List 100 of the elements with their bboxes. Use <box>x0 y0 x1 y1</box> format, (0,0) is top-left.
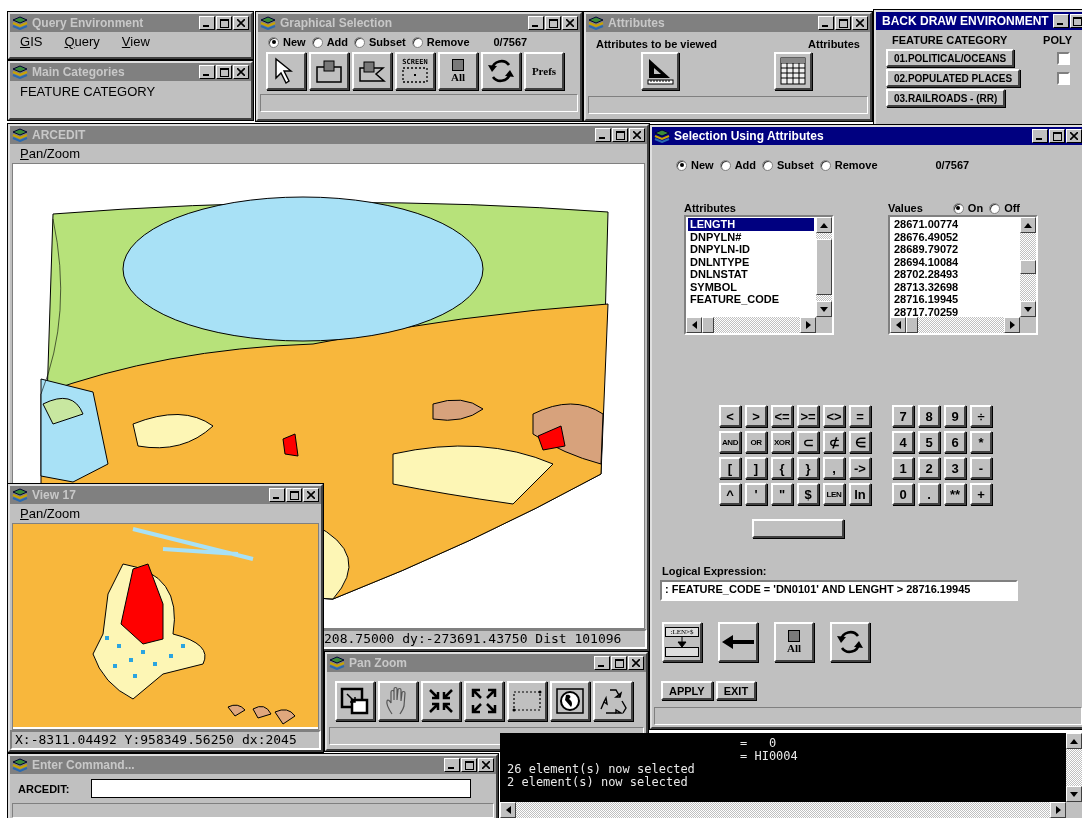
key-button[interactable]: < <box>719 405 741 427</box>
key-button[interactable]: OR <box>745 431 767 453</box>
radio-button[interactable]: Add <box>311 36 348 48</box>
tool-button[interactable] <box>309 52 349 90</box>
maximize-button[interactable] <box>1049 129 1065 143</box>
scroll-thumb[interactable] <box>702 317 714 333</box>
menu-item[interactable]: View <box>121 34 150 49</box>
radio-button[interactable]: Add <box>719 159 756 171</box>
scroll-thumb[interactable] <box>906 317 918 333</box>
list-item[interactable]: FEATURE_CODE <box>688 293 814 306</box>
key-button[interactable]: -> <box>849 457 871 479</box>
key-button[interactable]: , <box>823 457 845 479</box>
key-button[interactable]: $ <box>797 483 819 505</box>
list-item[interactable]: 28716.19945 <box>892 293 1018 306</box>
close-button[interactable] <box>478 758 494 772</box>
scroll-button[interactable] <box>1004 317 1020 333</box>
vertical-scrollbar[interactable] <box>816 217 832 317</box>
close-button[interactable] <box>629 128 645 142</box>
value-list[interactable]: 28671.00774 28676.49052 28689.79072 28694.10084 28702.28493 28713.32698 28716.19945 28717.70259 <box>888 215 1038 335</box>
key-button[interactable]: ∈ <box>849 431 871 453</box>
list-item[interactable]: 28671.00774 <box>892 218 1018 231</box>
tool-button[interactable] <box>774 52 812 90</box>
close-button[interactable] <box>233 65 249 79</box>
category-button[interactable]: 03.RAILROADS - (RR) <box>886 89 1006 107</box>
list-item[interactable]: 28689.79072 <box>892 243 1018 256</box>
tool-button[interactable] <box>266 52 306 90</box>
key-button[interactable]: + <box>970 483 992 505</box>
tool-button[interactable] <box>641 52 679 90</box>
maximize-button[interactable] <box>835 16 851 30</box>
list-item[interactable]: DNPYLN-ID <box>688 243 814 256</box>
vertical-scrollbar[interactable] <box>1020 217 1036 317</box>
key-button[interactable]: 6 <box>944 431 966 453</box>
scroll-button[interactable] <box>816 217 832 233</box>
scroll-button[interactable] <box>686 317 702 333</box>
radio-button[interactable]: Off <box>989 202 1021 214</box>
minimize-button[interactable] <box>595 128 611 142</box>
tool-button[interactable] <box>507 681 547 721</box>
tool-button[interactable] <box>481 52 521 90</box>
dialog-button[interactable]: EXIT <box>715 681 757 700</box>
checkbox[interactable] <box>1057 71 1070 85</box>
tool-button[interactable]: Prefs <box>524 52 564 90</box>
key-button[interactable]: } <box>797 457 819 479</box>
maximize-button[interactable] <box>286 488 302 502</box>
key-button[interactable]: ^ <box>719 483 741 505</box>
tool-button[interactable] <box>830 622 870 662</box>
maximize-button[interactable] <box>216 16 232 30</box>
key-button[interactable]: 5 <box>918 431 940 453</box>
key-button[interactable]: LEN <box>823 483 845 505</box>
close-button[interactable] <box>852 16 868 30</box>
key-button[interactable]: ⊂ <box>797 431 819 453</box>
menu-item[interactable]: Pan/Zoom <box>20 506 80 521</box>
key-button[interactable]: 0 <box>892 483 914 505</box>
radio-button[interactable]: Subset <box>762 159 814 171</box>
key-button[interactable]: 4 <box>892 431 914 453</box>
minimize-button[interactable] <box>528 16 544 30</box>
scroll-button[interactable] <box>890 317 906 333</box>
maximize-button[interactable] <box>216 65 232 79</box>
minimize-button[interactable] <box>1052 14 1069 28</box>
command-field[interactable] <box>91 779 472 798</box>
expression-field[interactable]: : FEATURE_CODE = 'DN0101' AND LENGHT > 28716.19945 <box>660 580 1018 601</box>
scroll-button[interactable] <box>1050 802 1066 818</box>
blank-button[interactable] <box>752 519 844 538</box>
radio-button[interactable]: On <box>952 202 984 214</box>
radio-button[interactable]: Remove <box>411 36 470 48</box>
vertical-scrollbar[interactable] <box>1066 733 1082 802</box>
radio-button[interactable]: Remove <box>819 159 878 171</box>
key-button[interactable]: 8 <box>918 405 940 427</box>
menu-item[interactable]: GIS <box>20 34 43 49</box>
scroll-button[interactable] <box>816 301 832 317</box>
key-button[interactable]: 9 <box>944 405 966 427</box>
key-button[interactable]: ** <box>944 483 966 505</box>
minimize-button[interactable] <box>269 488 285 502</box>
tool-button[interactable] <box>550 681 590 721</box>
list-item[interactable]: LENGTH <box>688 218 814 231</box>
radio-button[interactable]: New <box>676 159 714 171</box>
menu-item[interactable]: Query <box>64 34 100 49</box>
key-button[interactable]: <> <box>823 405 845 427</box>
scroll-button[interactable] <box>800 317 816 333</box>
close-button[interactable] <box>628 656 644 670</box>
key-button[interactable]: - <box>970 457 992 479</box>
scroll-button[interactable] <box>1066 733 1082 749</box>
scroll-button[interactable] <box>500 802 516 818</box>
menu-item[interactable]: Pan/Zoom <box>20 146 80 161</box>
scroll-thumb[interactable] <box>816 239 832 295</box>
close-button[interactable] <box>562 16 578 30</box>
maximize-button[interactable] <box>612 128 628 142</box>
horizontal-scrollbar[interactable] <box>890 317 1020 333</box>
list-item[interactable]: 28694.10084 <box>892 255 1018 268</box>
list-item[interactable]: SYMBOL <box>688 280 814 293</box>
key-button[interactable]: * <box>970 431 992 453</box>
key-button[interactable]: 1 <box>892 457 914 479</box>
tool-button[interactable] <box>352 52 392 90</box>
tool-button[interactable] <box>464 681 504 721</box>
minimize-button[interactable] <box>199 65 215 79</box>
list-item[interactable]: 28713.32698 <box>892 280 1018 293</box>
key-button[interactable]: [ <box>719 457 741 479</box>
horizontal-scrollbar[interactable] <box>500 802 1066 818</box>
radio-button[interactable]: New <box>268 36 306 48</box>
maximize-button[interactable] <box>1069 14 1082 28</box>
category-button[interactable]: 02.POPULATED PLACES <box>886 69 1021 87</box>
